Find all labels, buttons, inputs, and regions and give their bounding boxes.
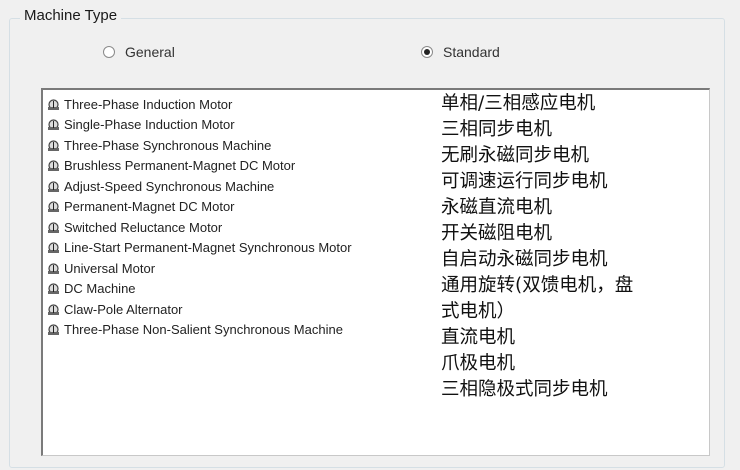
machine-list-item[interactable]: Permanent-Magnet DC Motor	[47, 197, 352, 218]
general-radio-button[interactable]	[103, 46, 115, 58]
machine-list-item[interactable]: Brushless Permanent-Magnet DC Motor	[47, 156, 352, 177]
chinese-annotations: 单相/三相感应电机 三相同步电机无刷永磁同步电机 可调速运行同步电机 永磁直流电机 开关…	[441, 91, 703, 403]
chinese-annotation-line: 直流电机	[441, 327, 516, 348]
machine-label: Switched Reluctance Motor	[64, 219, 223, 235]
machine-label: Single-Phase Induction Motor	[64, 117, 235, 133]
dc-machine-icon	[48, 283, 59, 295]
machine-label: Three-Phase Synchronous Machine	[64, 137, 272, 153]
non-salient-machine-icon	[48, 324, 59, 336]
chinese-annotation-line: 通用旋转(双馈电机，盘	[441, 275, 634, 296]
chinese-annotation-line: 永磁直流电机	[441, 197, 553, 218]
machine-label: DC Machine	[64, 281, 136, 297]
radio-general[interactable]: General	[103, 44, 175, 60]
machine-label: Adjust-Speed Synchronous Machine	[64, 178, 275, 194]
machine-label: Universal Motor	[64, 260, 156, 276]
brushless-dc-motor-icon	[48, 160, 59, 172]
machine-list-item[interactable]: Claw-Pole Alternator	[47, 299, 352, 320]
machine-list-item[interactable]: DC Machine	[47, 279, 352, 300]
chinese-annotation-line: 爪极电机	[441, 353, 516, 374]
chinese-annotation-line: 三相同步电机	[441, 119, 553, 140]
machine-label: Three-Phase Non-Salient Synchronous Mach…	[64, 322, 343, 338]
machine-list-item[interactable]: Single-Phase Induction Motor	[47, 115, 352, 136]
adjust-speed-machine-icon	[48, 181, 59, 192]
machine-list-item[interactable]: Adjust-Speed Synchronous Machine	[47, 176, 352, 197]
chinese-annotation-line: 自启动永磁同步电机	[441, 249, 608, 270]
standard-label: Standard	[443, 44, 500, 60]
standard-radio-button[interactable]	[421, 46, 433, 58]
chinese-annotation-line: 单相/三相感应电机	[441, 93, 596, 114]
single-phase-motor-icon	[48, 119, 59, 131]
chinese-annotation-line: 无刷永磁同步电机	[441, 145, 590, 166]
machine-label: Brushless Permanent-Magnet DC Motor	[64, 158, 296, 174]
reluctance-motor-icon	[48, 222, 59, 233]
chinese-annotation-line: 三相隐极式同步电机	[441, 379, 608, 400]
machine-list-item[interactable]: Line-Start Permanent-Magnet Synchronous …	[47, 238, 352, 259]
group-title: Machine Type	[20, 7, 122, 24]
machine-list-item[interactable]: Three-Phase Induction Motor	[47, 94, 352, 115]
machine-list-item[interactable]: Three-Phase Synchronous Machine	[47, 135, 352, 156]
machine-label: Three-Phase Induction Motor	[64, 96, 233, 112]
universal-motor-icon	[48, 263, 59, 274]
machine-label: Permanent-Magnet DC Motor	[64, 199, 235, 215]
machine-label: Claw-Pole Alternator	[64, 301, 183, 317]
synchronous-machine-icon	[48, 140, 59, 151]
pm-dc-motor-icon	[48, 201, 59, 213]
line-start-motor-icon	[48, 242, 59, 254]
chinese-annotation-line: 可调速运行同步电机	[441, 171, 608, 192]
chinese-annotation-line: 开关磁阻电机	[441, 223, 553, 244]
radio-standard[interactable]: Standard	[421, 44, 500, 60]
machine-label: Line-Start Permanent-Magnet Synchronous …	[64, 240, 352, 256]
general-label: General	[125, 44, 175, 60]
claw-pole-alternator-icon	[48, 304, 59, 315]
machine-list-item[interactable]: Switched Reluctance Motor	[47, 217, 352, 238]
machine-list: Three-Phase Induction Motor Single-Phase …	[47, 94, 352, 340]
induction-motor-icon	[48, 99, 59, 110]
machine-list-item[interactable]: Universal Motor	[47, 258, 352, 279]
chinese-annotation-line: 式电机）	[441, 301, 516, 322]
machine-list-item[interactable]: Three-Phase Non-Salient Synchronous Mach…	[47, 320, 352, 341]
